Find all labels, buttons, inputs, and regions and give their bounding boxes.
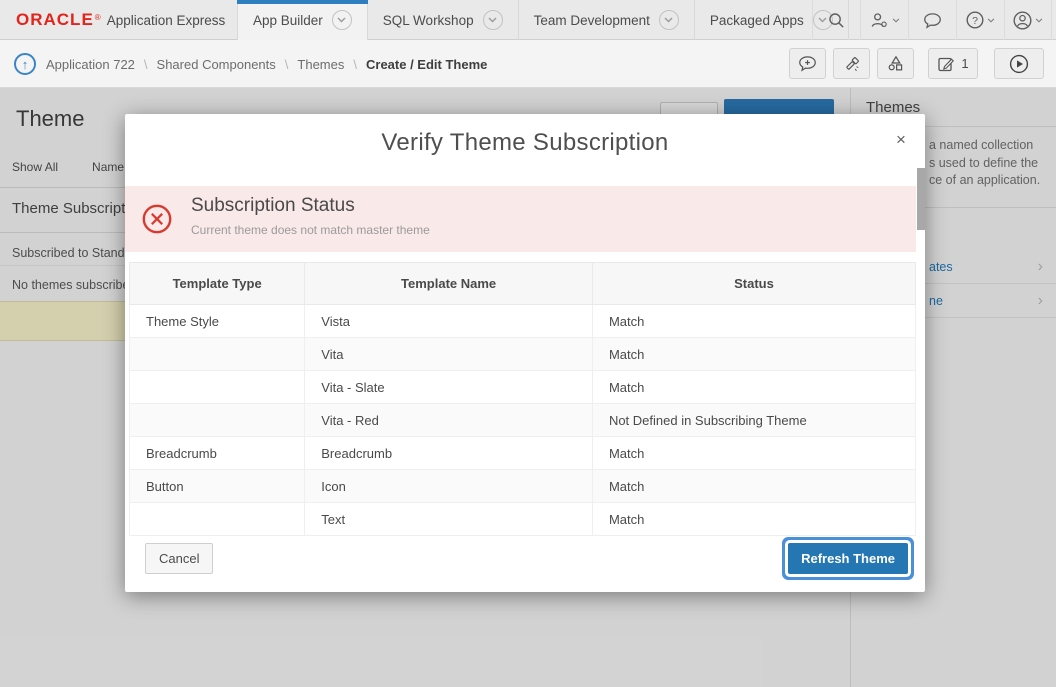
breadcrumb: Application 722 \ Shared Components \ Themes… [46,57,487,72]
alert-title: Subscription Status [191,195,355,217]
table-row: Theme StyleVistaMatch [130,305,916,338]
dialog-title: Verify Theme Subscription [125,114,925,157]
cell-template-type [130,503,305,536]
breadcrumb-bar: ↑ Application 722 \ Shared Components \ Them… [0,40,1056,88]
oracle-wordmark: ORACLE [16,10,94,30]
nav-tab-label: Packaged Apps [710,13,804,28]
cell-template-type: Breadcrumb [130,437,305,470]
table-row: Vita - RedNot Defined in Subscribing The… [130,404,916,437]
column-header-template-type: Template Type [130,263,305,305]
column-header-template-name: Template Name [305,263,593,305]
up-arrow-glyph: ↑ [22,57,29,72]
table-row: TextMatch [130,503,916,536]
template-status-table: Template TypeTemplate NameStatus Theme S… [129,262,916,536]
table-row: BreadcrumbBreadcrumbMatch [130,437,916,470]
cell-status: Match [592,338,915,371]
caret-down-icon [892,18,900,23]
cell-template-name: Icon [305,470,593,503]
oracle-apex-logo: ORACLE ® Application Express [16,0,225,40]
play-icon [1009,54,1029,74]
utilities-flashlight-button[interactable] [833,48,870,79]
edit-page-button[interactable]: 1 [928,48,978,79]
table-header-row: Template TypeTemplate NameStatus [130,263,916,305]
bubble-plus-icon [798,55,817,72]
feedback-bubble-icon[interactable] [908,0,956,40]
cell-status: Match [592,437,915,470]
cell-template-type: Button [130,470,305,503]
breadcrumb-separator: \ [353,57,357,72]
breadcrumb-item-create-edit-theme: Create / Edit Theme [366,57,487,72]
nav-tab-label: Team Development [534,13,650,28]
table-row: VitaMatch [130,338,916,371]
caret-down-icon [987,18,995,23]
breadcrumb-item-application-722[interactable]: Application 722 [46,57,135,72]
cell-status: Not Defined in Subscribing Theme [592,404,915,437]
chevron-down-icon [332,10,352,30]
breadcrumb-separator: \ [144,57,148,72]
up-arrow-icon[interactable]: ↑ [14,53,36,75]
page-toolbar: 1 [782,48,1044,79]
nav-tab-label: App Builder [253,13,323,28]
admin-users-icon[interactable] [860,0,908,40]
dialog-scrollbar-thumb[interactable] [917,168,925,230]
edit-page-number: 1 [961,56,968,71]
cell-template-type: Theme Style [130,305,305,338]
cell-template-name: Vita - Slate [305,371,593,404]
cell-status: Match [592,470,915,503]
svg-text:?: ? [972,15,978,27]
top-navigation-bar: ORACLE ® Application Express App Builder… [0,0,1056,40]
close-icon[interactable]: × [890,129,912,151]
nav-tab-app-builder[interactable]: App Builder [237,0,368,40]
subscription-status-alert: Subscription Status Current theme does n… [125,186,916,252]
error-circle-x-icon [142,204,172,234]
column-header-status: Status [592,263,915,305]
cell-status: Match [592,503,915,536]
run-application-button[interactable] [994,48,1044,79]
edit-pencil-icon [937,55,955,73]
account-icon[interactable] [1004,0,1052,40]
table-row: Vita - SlateMatch [130,371,916,404]
cell-template-type [130,338,305,371]
cancel-button[interactable]: Cancel [145,543,213,574]
feedback-plus-button[interactable] [789,48,826,79]
top-icon-buttons: ? [812,0,1052,40]
cell-status: Match [592,305,915,338]
refresh-theme-button[interactable]: Refresh Theme [788,543,908,574]
verify-theme-subscription-dialog: Verify Theme Subscription × Subscription… [125,114,925,592]
cell-template-name: Vita [305,338,593,371]
breadcrumb-item-themes[interactable]: Themes [297,57,344,72]
cell-template-type [130,371,305,404]
table-row: ButtonIconMatch [130,470,916,503]
nav-tab-sql-workshop[interactable]: SQL Workshop [368,0,519,40]
flashlight-icon [843,55,861,73]
breadcrumb-item-shared-components[interactable]: Shared Components [157,57,276,72]
alert-message: Current theme does not match master them… [191,223,430,237]
caret-down-icon [1035,18,1043,23]
cell-template-name: Vita - Red [305,404,593,437]
nav-tab-team-development[interactable]: Team Development [519,0,695,40]
product-name: Application Express [107,13,226,28]
breadcrumb-separator: \ [285,57,289,72]
shared-components-button[interactable] [877,48,914,79]
primary-nav-tabs: App Builder SQL Workshop Team Developmen… [237,0,849,40]
cell-template-type [130,404,305,437]
trademark-symbol: ® [95,13,101,22]
shapes-icon [886,54,905,73]
help-icon[interactable]: ? [956,0,1004,40]
apex-application-window: ORACLE ® Application Express App Builder… [0,0,1056,687]
cell-status: Match [592,371,915,404]
chevron-down-icon [483,10,503,30]
cell-template-name: Vista [305,305,593,338]
cell-template-name: Text [305,503,593,536]
chevron-down-icon [659,10,679,30]
cell-template-name: Breadcrumb [305,437,593,470]
search-icon[interactable] [812,0,860,40]
nav-tab-label: SQL Workshop [383,13,474,28]
